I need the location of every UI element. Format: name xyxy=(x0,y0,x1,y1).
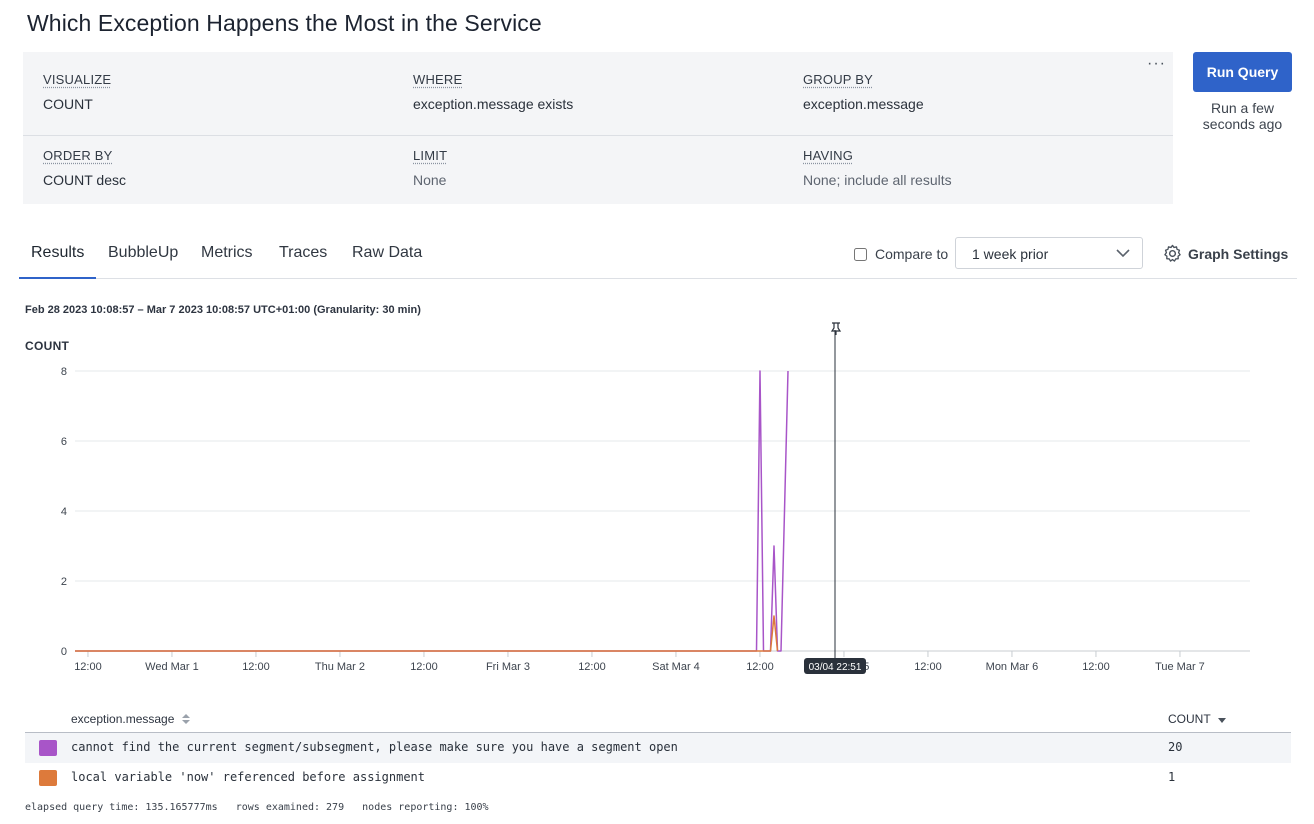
compare-select[interactable]: 1 week prior xyxy=(955,237,1143,269)
visualize-clause[interactable]: VISUALIZE COUNT xyxy=(43,72,111,112)
x-tick-label: 12:00 xyxy=(1082,661,1110,673)
having-label: HAVING xyxy=(803,148,854,163)
column-header-group-label: exception.message xyxy=(71,712,175,726)
column-header-count[interactable]: COUNT xyxy=(1168,712,1227,726)
x-tick-label: 12:00 xyxy=(746,661,774,673)
group-by-value: exception.message xyxy=(803,96,924,112)
sort-desc-icon xyxy=(1217,718,1226,723)
tab-bubbleup[interactable]: BubbleUp xyxy=(96,232,190,277)
having-clause[interactable]: HAVING None; include all results xyxy=(803,148,952,188)
pin-icon xyxy=(830,322,842,335)
series-color-swatch xyxy=(39,740,57,756)
column-header-group[interactable]: exception.message xyxy=(71,712,191,726)
x-tick-label: 12:00 xyxy=(74,661,102,673)
order-by-label: ORDER BY xyxy=(43,148,113,163)
where-value: exception.message exists xyxy=(413,96,574,112)
tab-traces[interactable]: Traces xyxy=(267,232,339,277)
column-header-count-label: COUNT xyxy=(1168,712,1211,726)
x-tick-label: 12:00 xyxy=(410,661,438,673)
tab-results[interactable]: Results xyxy=(19,232,97,279)
compare-checkbox[interactable] xyxy=(854,247,867,261)
y-tick-label: 4 xyxy=(61,506,67,518)
group-by-label: GROUP BY xyxy=(803,72,873,87)
x-tick-label: Wed Mar 1 xyxy=(145,661,199,673)
row-message: cannot find the current segment/subsegme… xyxy=(71,740,678,754)
series-line xyxy=(75,615,779,652)
tab-raw-data[interactable]: Raw Data xyxy=(340,232,434,277)
time-range: Feb 28 2023 10:08:57 – Mar 7 2023 10:08:… xyxy=(25,304,421,316)
where-label: WHERE xyxy=(413,72,463,87)
count-chart[interactable]: 0 2 4 6 8 12:00 Wed Mar 1 12:00 Thu Mar 2 12:00 F… xyxy=(0,320,1314,680)
graph-settings-label: Graph Settings xyxy=(1188,245,1289,262)
sort-icon xyxy=(181,714,190,724)
query-row-2: ORDER BY COUNT desc LIMIT None HAVING No… xyxy=(23,136,1173,204)
x-tick-label: Fri Mar 3 xyxy=(486,661,530,673)
limit-clause[interactable]: LIMIT None xyxy=(413,148,447,188)
query-builder: VISUALIZE COUNT WHERE exception.message … xyxy=(23,52,1173,204)
table-row[interactable]: local variable 'now' referenced before a… xyxy=(25,763,1291,793)
where-clause[interactable]: WHERE exception.message exists xyxy=(413,72,573,112)
series-color-swatch xyxy=(39,770,57,786)
run-query-button[interactable]: Run Query xyxy=(1193,52,1292,92)
y-tick-label: 6 xyxy=(61,436,67,448)
run-status: Run a few seconds ago xyxy=(1202,100,1283,132)
marker-label: 03/04 22:51 xyxy=(809,662,862,673)
order-by-value: COUNT desc xyxy=(43,172,126,188)
compare-label: Compare to xyxy=(875,246,949,262)
gear-icon xyxy=(1164,244,1181,262)
x-tick-label: Mon Mar 6 xyxy=(986,661,1039,673)
x-tick-labels: 12:00 Wed Mar 1 12:00 Thu Mar 2 12:00 Fri Mar… xyxy=(74,661,1205,673)
compare-toggle[interactable]: Compare to xyxy=(854,246,948,262)
x-tick-label: Sat Mar 4 xyxy=(652,661,700,673)
table-row[interactable]: cannot find the current segment/subsegme… xyxy=(25,733,1291,763)
y-tick-label: 2 xyxy=(61,576,67,588)
row-count: 1 xyxy=(1168,770,1176,784)
time-marker: 03/04 22:51 xyxy=(804,322,866,674)
compare-select-value: 1 week prior xyxy=(972,246,1049,262)
order-by-clause[interactable]: ORDER BY COUNT desc xyxy=(43,148,126,188)
y-tick-labels: 0 2 4 6 8 xyxy=(61,366,67,658)
x-tick-label: 12:00 xyxy=(578,661,606,673)
chevron-down-icon xyxy=(1116,238,1130,281)
group-by-clause[interactable]: GROUP BY exception.message xyxy=(803,72,924,112)
query-row-1: VISUALIZE COUNT WHERE exception.message … xyxy=(23,52,1173,136)
page-title: Which Exception Happens the Most in the … xyxy=(27,10,542,36)
ellipsis-icon[interactable]: ··· xyxy=(1147,56,1166,72)
x-tick-label: Thu Mar 2 xyxy=(315,661,365,673)
x-tick-label: 12:00 xyxy=(914,661,942,673)
y-tick-label: 8 xyxy=(61,366,67,378)
limit-label: LIMIT xyxy=(413,148,448,163)
table-header: exception.message COUNT xyxy=(25,710,1291,733)
row-count: 20 xyxy=(1168,740,1183,754)
chart-grid xyxy=(75,370,1250,657)
visualize-value: COUNT xyxy=(43,96,93,112)
x-tick-label: 12:00 xyxy=(242,661,270,673)
y-tick-label: 0 xyxy=(61,646,67,658)
x-tick-label: Tue Mar 7 xyxy=(1155,661,1205,673)
query-stats: elapsed query time: 135.165777ms rows ex… xyxy=(25,802,489,813)
row-message: local variable 'now' referenced before a… xyxy=(71,770,426,784)
limit-value: None xyxy=(413,172,447,188)
tab-metrics[interactable]: Metrics xyxy=(189,232,265,277)
having-value: None; include all results xyxy=(803,172,952,188)
graph-settings-button[interactable]: Graph Settings xyxy=(1163,244,1288,263)
visualize-label: VISUALIZE xyxy=(43,72,112,87)
